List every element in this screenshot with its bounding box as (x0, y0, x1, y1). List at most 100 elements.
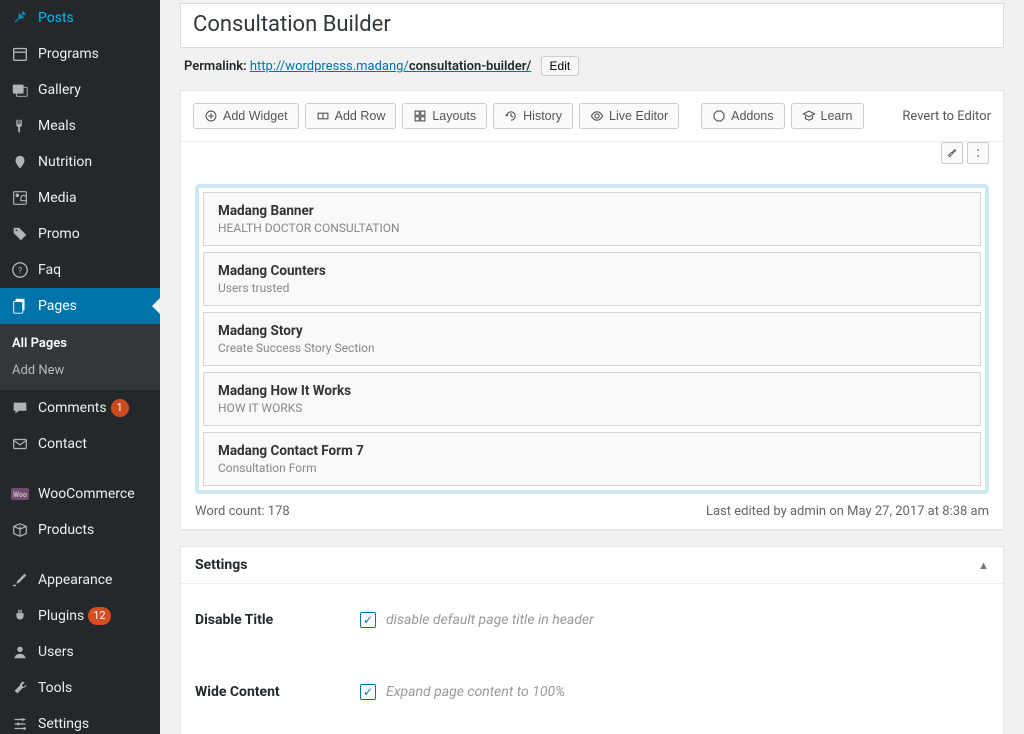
sidebar-item-nutrition[interactable]: Nutrition (0, 144, 160, 180)
widget-title: Madang Contact Form 7 (218, 443, 966, 459)
widget-madang-banner[interactable]: Madang Banner HEALTH DOCTOR CONSULTATION (203, 192, 981, 246)
sidebar-item-label: Products (38, 522, 94, 538)
svg-text:?: ? (18, 267, 22, 277)
builder-toolbar: Add Widget Add Row Layouts History Live … (181, 91, 1003, 142)
addons-button[interactable]: Addons (701, 103, 784, 129)
widget-title: Madang Counters (218, 263, 966, 279)
sidebar-item-faq[interactable]: ? Faq (0, 252, 160, 288)
sidebar-item-meals[interactable]: Meals (0, 108, 160, 144)
settings-panel: Settings ▲ Disable Title ✓ disable defau… (180, 546, 1004, 734)
sidebar-item-gallery[interactable]: Gallery (0, 72, 160, 108)
admin-sidebar: Posts Programs Gallery Meals Nutrition M… (0, 0, 160, 734)
sidebar-sub-all-pages[interactable]: All Pages (0, 330, 160, 357)
sidebar-item-appearance[interactable]: Appearance (0, 562, 160, 598)
setting-description: Expand page content to 100% (386, 684, 565, 700)
settings-title: Settings (195, 557, 247, 573)
sidebar-item-label: Appearance (38, 572, 112, 588)
checkbox-wide-content[interactable]: ✓ (360, 684, 376, 700)
row-move-icon[interactable] (967, 142, 989, 164)
sidebar-item-label: Media (38, 190, 77, 206)
setting-wide-content: Wide Content ✓ Expand page content to 10… (181, 656, 1003, 728)
builder-row: Madang Banner HEALTH DOCTOR CONSULTATION… (195, 184, 989, 494)
live-editor-button[interactable]: Live Editor (579, 103, 679, 129)
sidebar-item-label: Comments (38, 400, 107, 416)
calendar-icon (10, 44, 30, 64)
title-input-box[interactable]: Consultation Builder (180, 3, 1004, 48)
chevron-up-icon: ▲ (978, 559, 989, 572)
widget-subtitle: Create Success Story Section (218, 341, 966, 355)
add-widget-button[interactable]: Add Widget (193, 103, 299, 129)
edit-permalink-button[interactable]: Edit (541, 56, 580, 76)
sidebar-item-label: Programs (38, 46, 99, 62)
sidebar-item-label: Nutrition (38, 154, 92, 170)
widget-madang-how-it-works[interactable]: Madang How It Works HOW IT WORKS (203, 372, 981, 426)
sliders-icon (10, 714, 30, 734)
brush-icon (10, 570, 30, 590)
sidebar-item-promo[interactable]: Promo (0, 216, 160, 252)
sidebar-item-settings[interactable]: Settings (0, 706, 160, 734)
widget-subtitle: HEALTH DOCTOR CONSULTATION (218, 221, 966, 235)
setting-label: Disable Title (195, 612, 360, 628)
wrench-icon (10, 678, 30, 698)
sidebar-item-label: Pages (38, 298, 77, 314)
status-bar: Word count: 178 Last edited by admin on … (181, 494, 1003, 529)
gallery-icon (10, 80, 30, 100)
permalink-label: Permalink: (184, 59, 247, 74)
history-button[interactable]: History (493, 103, 573, 129)
tag-icon (10, 224, 30, 244)
sidebar-item-contact[interactable]: Contact (0, 426, 160, 462)
layouts-button[interactable]: Layouts (402, 103, 487, 129)
sidebar-item-label: Gallery (38, 82, 81, 98)
pin-icon (10, 8, 30, 28)
row-settings-icon[interactable] (941, 142, 963, 164)
help-icon: ? (10, 260, 30, 280)
sidebar-item-comments[interactable]: Comments 1 (0, 390, 160, 426)
permalink-link[interactable]: http://wordpresss.madang/consultation-bu… (250, 59, 531, 74)
sidebar-item-media[interactable]: Media (0, 180, 160, 216)
sidebar-item-products[interactable]: Products (0, 512, 160, 548)
meals-icon (10, 116, 30, 136)
sidebar-item-plugins[interactable]: Plugins 12 (0, 598, 160, 634)
widget-madang-contact-form[interactable]: Madang Contact Form 7 Consultation Form (203, 432, 981, 486)
sidebar-item-tools[interactable]: Tools (0, 670, 160, 706)
plugins-badge: 12 (88, 607, 110, 625)
widget-subtitle: HOW IT WORKS (218, 401, 966, 415)
sidebar-item-label: Meals (38, 118, 76, 134)
sidebar-item-users[interactable]: Users (0, 634, 160, 670)
builder-panel: Add Widget Add Row Layouts History Live … (180, 90, 1004, 530)
sidebar-submenu: All Pages Add New (0, 324, 160, 390)
sidebar-item-label: Promo (38, 226, 80, 242)
checkbox-disable-title[interactable]: ✓ (360, 612, 376, 628)
widget-title: Madang How It Works (218, 383, 966, 399)
woo-icon: Woo (10, 484, 30, 504)
sidebar-item-woocommerce[interactable]: Woo WooCommerce (0, 476, 160, 512)
page-title: Consultation Builder (193, 12, 991, 37)
sidebar-item-label: Tools (38, 680, 72, 696)
sidebar-item-label: WooCommerce (38, 486, 135, 502)
main-content: Consultation Builder Permalink: http://w… (160, 0, 1024, 734)
widget-madang-story[interactable]: Madang Story Create Success Story Sectio… (203, 312, 981, 366)
widget-madang-counters[interactable]: Madang Counters Users trusted (203, 252, 981, 306)
widget-title: Madang Story (218, 323, 966, 339)
revert-link[interactable]: Revert to Editor (902, 109, 991, 124)
setting-label: Wide Content (195, 684, 360, 700)
setting-description: disable default page title in header (386, 612, 594, 628)
sidebar-item-programs[interactable]: Programs (0, 36, 160, 72)
sidebar-item-pages[interactable]: Pages (0, 288, 160, 324)
media-icon (10, 188, 30, 208)
sidebar-item-posts[interactable]: Posts (0, 0, 160, 36)
comments-badge: 1 (111, 399, 129, 417)
widget-subtitle: Consultation Form (218, 461, 966, 475)
builder-canvas: Madang Banner HEALTH DOCTOR CONSULTATION… (181, 142, 1003, 494)
sidebar-item-label: Plugins (38, 608, 84, 624)
setting-transparent-header: Transparent Header ✓ Make navigation hea… (181, 728, 1003, 734)
last-edited: Last edited by admin on May 27, 2017 at … (706, 504, 989, 519)
add-row-button[interactable]: Add Row (305, 103, 397, 129)
settings-toggle[interactable]: Settings ▲ (181, 547, 1003, 584)
sidebar-sub-add-new[interactable]: Add New (0, 357, 160, 384)
mail-icon (10, 434, 30, 454)
word-count: Word count: 178 (195, 504, 290, 519)
learn-button[interactable]: Learn (791, 103, 864, 129)
sidebar-item-label: Users (38, 644, 74, 660)
permalink-row: Permalink: http://wordpresss.madang/cons… (180, 48, 1004, 80)
